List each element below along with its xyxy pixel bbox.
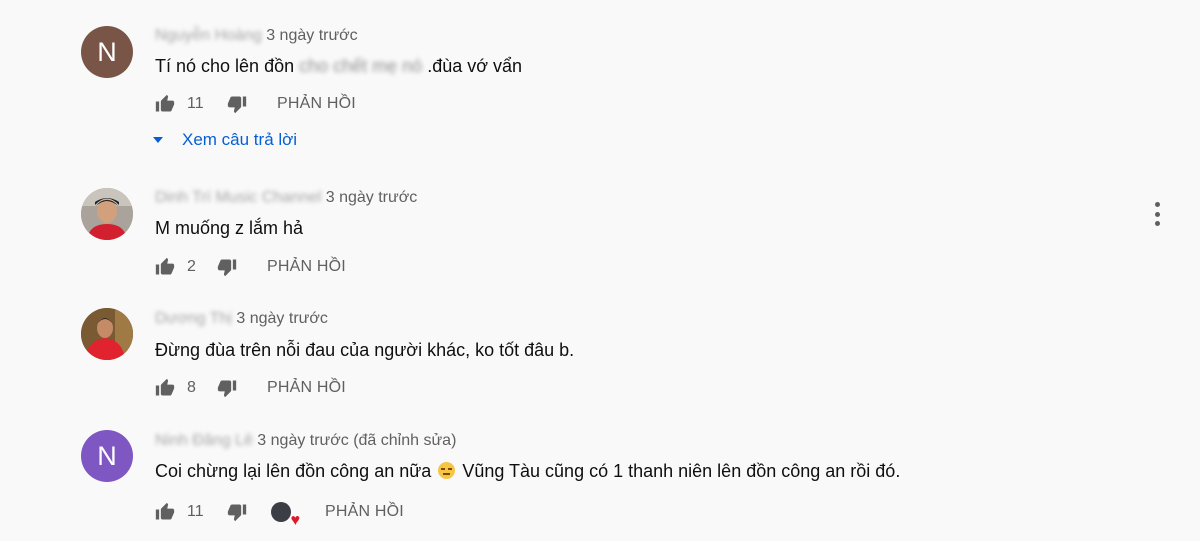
view-replies-button[interactable]: Xem câu trả lời [152, 130, 297, 150]
thumb-down-icon[interactable] [217, 257, 237, 277]
like-count: 8 [187, 379, 196, 396]
reply-button[interactable]: PHẢN HỒI [267, 379, 346, 397]
thumb-down-icon[interactable] [217, 378, 237, 398]
comment-actions: 2 PHẢN HỒI [155, 257, 346, 277]
comment-header: Dinh Trí Music Channel 3 ngày trước [155, 189, 417, 207]
comment-header: Nguyễn Hoàng 3 ngày trước [155, 27, 358, 45]
comment-actions: 8 PHẢN HỒI [155, 378, 346, 398]
comment-actions: 11 PHẢN HỒI [155, 94, 356, 114]
avatar[interactable]: N [81, 430, 133, 482]
comment-text: Đừng đùa trên nỗi đau của người khác, ko… [155, 340, 575, 360]
thumb-down-icon[interactable] [227, 94, 247, 114]
like-count: 2 [187, 258, 196, 275]
timestamp[interactable]: 3 ngày trước [236, 310, 327, 327]
avatar-letter: N [97, 36, 117, 67]
comment-text-part: .đùa vớ vẩn [427, 56, 523, 76]
timestamp[interactable]: 3 ngày trước [326, 189, 417, 206]
avatar[interactable] [81, 308, 133, 360]
thumb-up-icon[interactable] [155, 378, 175, 398]
more-vert-icon[interactable] [1150, 202, 1164, 226]
view-replies-label: Xem câu trả lời [182, 130, 298, 149]
comment-text: M muống z lắm hả [155, 218, 304, 238]
timestamp[interactable]: 3 ngày trước [266, 27, 357, 44]
author-name[interactable]: Ninh Đăng Lê [155, 432, 253, 449]
comment-text-part: Tí nó cho lên đồn [155, 56, 295, 76]
reply-button[interactable]: PHẢN HỒI [277, 95, 356, 113]
thumb-up-icon[interactable] [155, 257, 175, 277]
author-name[interactable]: Nguyễn Hoàng [155, 27, 262, 44]
avatar[interactable]: N [81, 26, 133, 78]
caret-down-icon [153, 137, 163, 143]
creator-heart-icon [271, 502, 300, 529]
reply-button[interactable]: PHẢN HỒI [267, 258, 346, 276]
avatar-photo [81, 308, 133, 360]
comment-text-hidden: cho chết mẹ nó [294, 56, 428, 76]
author-name[interactable]: Dinh Trí Music Channel [155, 189, 321, 206]
expressionless-face-emoji [438, 462, 456, 479]
comment-text: Tí nó cho lên đồn cho chết mẹ nó .đùa vớ… [155, 56, 522, 77]
comment-text-part: Vũng Tàu cũng có 1 thanh niên lên đồn cô… [457, 461, 901, 481]
comment-text: Coi chừng lại lên đồn công an nữa Vũng T… [155, 461, 900, 482]
thumb-up-icon[interactable] [155, 94, 175, 114]
avatar-letter: N [97, 440, 117, 471]
like-count: 11 [187, 95, 204, 112]
avatar-photo [81, 188, 133, 240]
comment-actions: 11 PHẢN HỒI [155, 502, 404, 529]
like-count: 11 [187, 503, 204, 520]
comment-header: Dương Thị 3 ngày trước [155, 310, 328, 328]
reply-button[interactable]: PHẢN HỒI [325, 503, 404, 521]
comment-header: Ninh Đăng Lê 3 ngày trước (đã chỉnh sửa) [155, 432, 456, 450]
avatar[interactable] [81, 188, 133, 240]
timestamp[interactable]: 3 ngày trước (đã chỉnh sửa) [257, 432, 456, 449]
author-name[interactable]: Dương Thị [155, 310, 232, 327]
comment-text-part: Coi chừng lại lên đồn công an nữa [155, 461, 432, 481]
thumb-up-icon[interactable] [155, 502, 175, 522]
thumb-down-icon[interactable] [227, 502, 247, 522]
